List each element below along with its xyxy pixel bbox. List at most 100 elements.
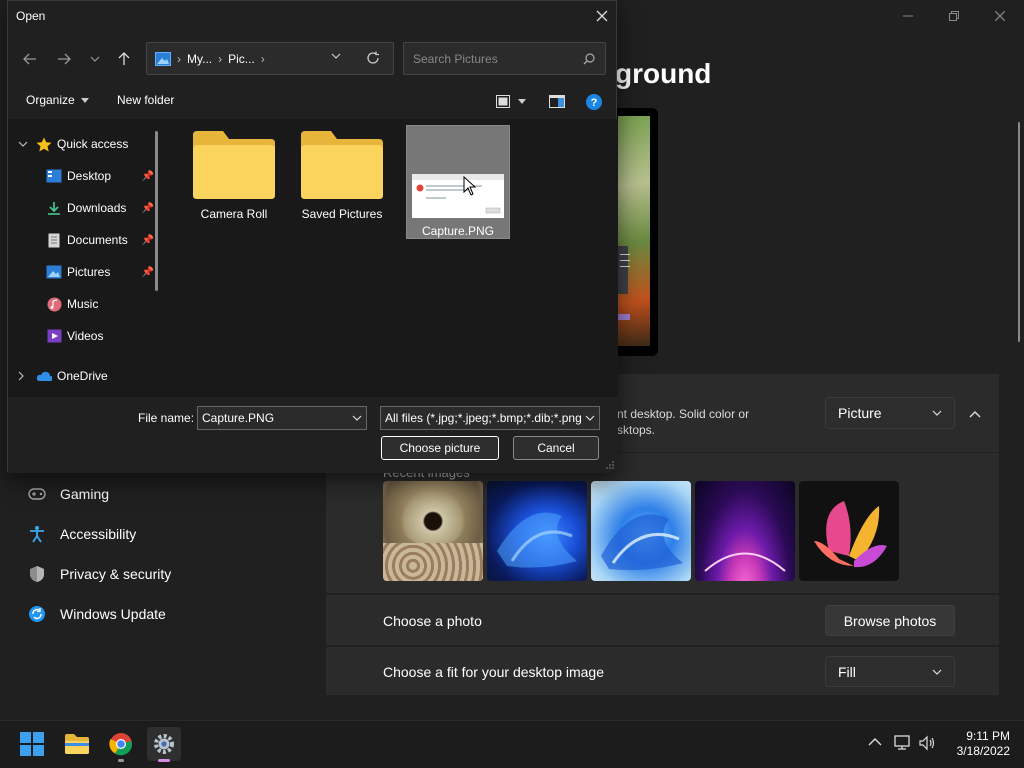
- navigation-scrollbar[interactable]: [155, 131, 158, 291]
- tree-item-label: Documents: [67, 233, 128, 247]
- nav-item-gaming[interactable]: Gaming: [26, 479, 109, 509]
- pictures-icon: [155, 51, 171, 66]
- tree-item-desktop[interactable]: Desktop 📌: [8, 163, 158, 189]
- tree-item-documents[interactable]: Documents 📌: [8, 227, 158, 253]
- chevron-up-icon[interactable]: [962, 401, 988, 427]
- file-capture-png[interactable]: Capture.PNG: [406, 125, 510, 239]
- tree-item-label: Pictures: [67, 265, 111, 279]
- accessibility-icon: [26, 523, 48, 545]
- file-explorer-icon[interactable]: [60, 727, 94, 761]
- tree-item-label: Music: [67, 297, 99, 311]
- start-icon[interactable]: [15, 727, 49, 761]
- clock-date: 3/18/2022: [956, 744, 1010, 758]
- file-name-label: File name:: [138, 411, 195, 425]
- address-bar[interactable]: › My... › Pic... ›: [146, 42, 394, 75]
- search-input[interactable]: Search Pictures: [403, 42, 606, 75]
- help-icon[interactable]: ?: [586, 94, 602, 110]
- minimize-button[interactable]: [885, 6, 931, 26]
- address-history-chevron-icon[interactable]: [331, 53, 341, 59]
- background-type-value: Picture: [838, 405, 882, 421]
- open-file-dialog: Open › My... › Pic... › Search Pictures …: [7, 0, 618, 473]
- recent-image-1[interactable]: [383, 481, 483, 581]
- file-name-value: Capture.PNG: [202, 411, 275, 425]
- tree-item-label: Downloads: [67, 201, 127, 215]
- file-name-label: Camera Roll: [200, 207, 268, 221]
- recent-image-4[interactable]: [695, 481, 795, 581]
- taskbar-clock[interactable]: 9:11 PM 3/18/2022: [946, 729, 1010, 759]
- gamepad-icon: [26, 483, 48, 505]
- close-button[interactable]: [977, 6, 1023, 26]
- resize-grip-icon[interactable]: [606, 461, 614, 469]
- nav-item-accessibility[interactable]: Accessibility: [26, 519, 136, 549]
- pin-icon: 📌: [141, 234, 154, 246]
- folder-saved-pictures[interactable]: Saved Pictures: [290, 125, 394, 239]
- organize-label: Organize: [26, 93, 75, 107]
- volume-icon[interactable]: [919, 735, 937, 751]
- file-name-label: Capture.PNG: [421, 224, 495, 238]
- choose-picture-button[interactable]: Choose picture: [381, 436, 499, 460]
- organize-button[interactable]: Organize: [26, 93, 89, 107]
- breadcrumb-item[interactable]: Pic...: [228, 52, 255, 66]
- tree-item-label: Quick access: [57, 137, 129, 151]
- star-icon: [36, 136, 52, 152]
- pin-icon: 📌: [141, 202, 154, 214]
- close-icon[interactable]: [591, 5, 613, 27]
- cancel-button[interactable]: Cancel: [513, 436, 599, 460]
- recent-image-5[interactable]: [799, 481, 899, 581]
- tree-item-onedrive[interactable]: OneDrive: [8, 363, 158, 389]
- dialog-title: Open: [16, 9, 46, 23]
- file-name-label: Saved Pictures: [301, 207, 383, 221]
- folder-icon: [299, 129, 385, 201]
- background-type-dropdown[interactable]: Picture: [825, 397, 955, 429]
- fit-dropdown[interactable]: Fill: [825, 656, 955, 687]
- new-folder-button[interactable]: New folder: [117, 93, 174, 107]
- file-type-dropdown[interactable]: All files (*.jpg;*.jpeg;*.bmp;*.dib;*.pn…: [380, 406, 600, 430]
- folder-camera-roll[interactable]: Camera Roll: [182, 125, 286, 239]
- refresh-icon[interactable]: [366, 51, 380, 65]
- back-icon[interactable]: [20, 49, 40, 69]
- breadcrumb-separator-icon: ›: [177, 51, 181, 66]
- chevron-right-icon[interactable]: [18, 371, 30, 381]
- nav-item-windows-update[interactable]: Windows Update: [26, 599, 166, 629]
- page-title: ground: [615, 58, 712, 89]
- network-icon[interactable]: [894, 735, 912, 751]
- forward-icon[interactable]: [54, 49, 74, 69]
- tree-item-quick-access[interactable]: Quick access: [8, 131, 158, 157]
- tray-chevron-up-icon[interactable]: [868, 737, 882, 747]
- tree-item-pictures[interactable]: Pictures 📌: [8, 259, 158, 285]
- tree-item-label: OneDrive: [57, 369, 108, 383]
- recent-image-3[interactable]: [591, 481, 691, 581]
- shield-icon: [26, 563, 48, 585]
- up-icon[interactable]: [114, 49, 134, 69]
- caret-down-icon: [80, 97, 89, 103]
- nav-item-privacy[interactable]: Privacy & security: [26, 559, 171, 589]
- breadcrumb-separator-icon: ›: [218, 51, 223, 66]
- recent-image-2[interactable]: [487, 481, 587, 581]
- picture-icon: [46, 264, 62, 280]
- chevron-down-icon[interactable]: [18, 141, 30, 147]
- settings-icon[interactable]: [147, 727, 181, 762]
- nav-item-label: Gaming: [60, 486, 110, 502]
- tree-item-music[interactable]: Music: [8, 291, 158, 317]
- chevron-down-icon: [932, 410, 942, 416]
- tree-item-videos[interactable]: Videos: [8, 323, 158, 349]
- fit-label: Choose a fit for your desktop image: [383, 664, 605, 680]
- settings-scrollbar[interactable]: [1018, 122, 1020, 342]
- breadcrumb-separator-icon: ›: [260, 51, 265, 66]
- recent-locations-chevron-icon[interactable]: [87, 51, 103, 67]
- chrome-icon[interactable]: [104, 727, 138, 762]
- maximize-button[interactable]: [931, 6, 977, 26]
- breadcrumb-item[interactable]: My...: [187, 52, 212, 66]
- file-name-input[interactable]: Capture.PNG: [197, 406, 367, 430]
- chevron-down-icon[interactable]: [352, 415, 362, 421]
- tree-item-label: Videos: [67, 329, 104, 343]
- view-icon: [496, 95, 510, 108]
- tree-item-downloads[interactable]: Downloads 📌: [8, 195, 158, 221]
- preview-pane-icon[interactable]: [549, 95, 565, 108]
- document-icon: [46, 232, 62, 248]
- caret-down-icon: [518, 99, 526, 104]
- browse-photos-button[interactable]: Browse photos: [825, 605, 955, 636]
- cloud-icon: [36, 368, 52, 384]
- view-options-button[interactable]: [496, 95, 526, 108]
- nav-item-label: Accessibility: [60, 526, 137, 542]
